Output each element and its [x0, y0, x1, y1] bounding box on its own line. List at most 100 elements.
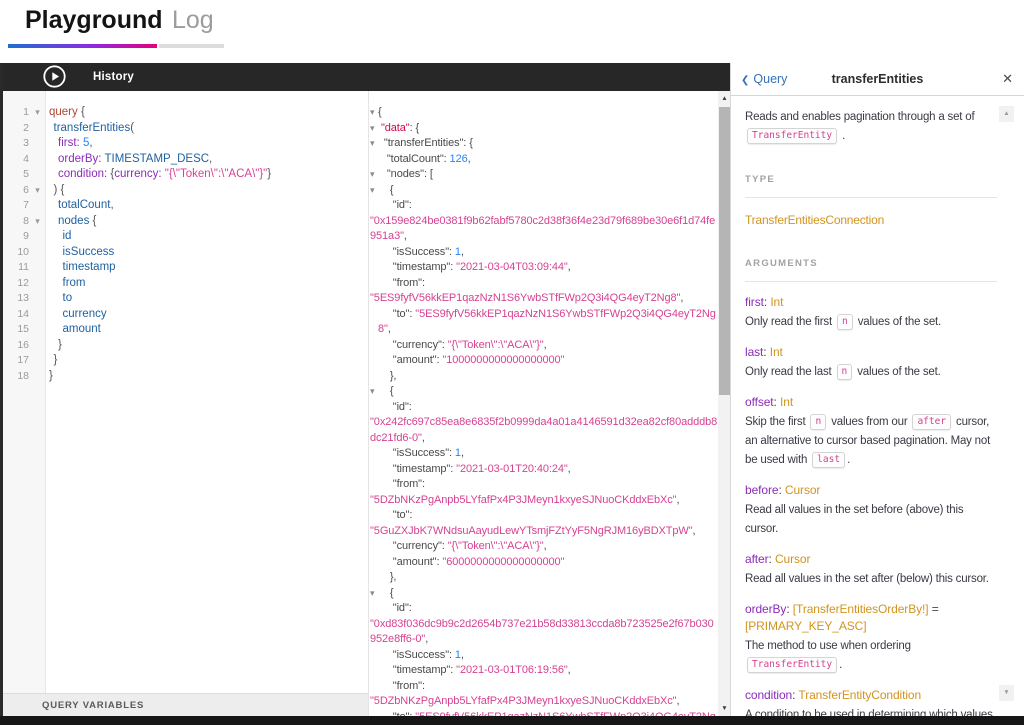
- result-line: ▾ "nodes": [: [369, 167, 719, 183]
- line-number: 14: [17, 307, 29, 320]
- result-line: "isSuccess": 1,: [378, 245, 464, 258]
- argument-type-link[interactable]: Cursor: [785, 483, 821, 497]
- argument-signature: offset: Int: [745, 395, 794, 409]
- query-variables-label: QUERY VARIABLES: [42, 700, 145, 711]
- query-editor-line[interactable]: 10 isSuccess: [3, 245, 368, 261]
- argument: offset: Int Skip the first n values from …: [745, 394, 997, 470]
- close-icon[interactable]: ✕: [1002, 63, 1013, 95]
- query-editor-line[interactable]: 15 amount: [3, 322, 368, 338]
- argument-type-link[interactable]: Int: [770, 295, 783, 309]
- doc-explorer-header: ❮ Query transferEntities ✕: [731, 63, 1024, 96]
- result-line: "5ES9fyfV56kkEP1qazNzN1S6YwbSTfFWp2Q3i4Q…: [370, 292, 684, 304]
- result-line: "from":: [378, 679, 425, 692]
- result-line: "5DZbNKzPgAnpb5LYfafPx4P3JMeyn1kxyeSJNuo…: [370, 695, 680, 707]
- response-json: ▾{▾ "data": {▾ "transferEntities": { "to…: [369, 91, 719, 716]
- fold-toggle-icon[interactable]: ▾: [370, 586, 375, 602]
- line-number: 7: [23, 199, 29, 211]
- code-chip: n: [836, 364, 853, 380]
- tab-playground[interactable]: Playground: [25, 6, 163, 35]
- argument: after: Cursor Read all values in the set …: [745, 551, 997, 589]
- query-editor-code[interactable]: 1 ▾ query {2 transferEntities(3 first: 5, 4 or…: [3, 91, 368, 384]
- line-number: 18: [17, 369, 29, 382]
- query-editor-line[interactable]: 14 currency: [3, 307, 368, 323]
- doc-scroll-up-icon[interactable]: ▲: [999, 106, 1014, 122]
- query-editor-line[interactable]: 3 first: 5,: [3, 136, 368, 152]
- argument-signature: first: Int: [745, 295, 784, 309]
- line-number: 3: [23, 137, 29, 149]
- code-chip: last: [812, 452, 846, 468]
- query-editor-line[interactable]: 1 ▾ query {: [3, 105, 368, 121]
- fold-toggle-icon[interactable]: ▾: [370, 167, 375, 183]
- playground-toolbar: History: [3, 63, 730, 91]
- query-editor-line[interactable]: 2 transferEntities(: [3, 121, 368, 137]
- fold-toggle-icon[interactable]: ▾: [29, 183, 46, 199]
- query-editor-line[interactable]: 18}: [3, 369, 368, 385]
- query-editor-line[interactable]: 6 ▾) {: [3, 183, 368, 199]
- query-editor-line[interactable]: 4 orderBy: TIMESTAMP_DESC,: [3, 152, 368, 168]
- fold-toggle-icon[interactable]: ▾: [370, 136, 375, 152]
- result-line: "5GuZXJbK7WNdsuAayudLewYTsmjFZtYyF5NgRJM…: [370, 524, 696, 537]
- tab-log[interactable]: Log: [172, 6, 214, 35]
- argument-description: Only read the last n values of the set.: [745, 364, 941, 380]
- result-line: ▾{: [369, 105, 719, 121]
- doc-back-link[interactable]: ❮ Query: [741, 63, 787, 97]
- query-editor-line[interactable]: 12 from: [3, 276, 368, 292]
- argument-type-link[interactable]: [TransferEntitiesOrderBy!]: [793, 602, 929, 616]
- result-line: },: [378, 571, 397, 583]
- playground-window: History 1 ▾ query {2 transferEntities(3 firs…: [0, 63, 1024, 725]
- doc-explorer-panel: ❮ Query transferEntities ✕ Reads and enab…: [730, 63, 1024, 716]
- fold-toggle-icon[interactable]: ▾: [370, 105, 375, 121]
- query-editor-line[interactable]: 8 ▾ nodes {: [3, 214, 368, 230]
- doc-explorer-body: Reads and enables pagination through a s…: [731, 95, 997, 716]
- result-line: ▾ {: [369, 586, 719, 602]
- argument-type-link[interactable]: Int: [770, 345, 783, 359]
- query-editor-line[interactable]: 9 id: [3, 229, 368, 245]
- argument-signature: before: Cursor: [745, 483, 821, 497]
- result-line: "isSuccess": 1,: [378, 447, 464, 459]
- query-editor-panel[interactable]: 1 ▾ query {2 transferEntities(3 first: 5, 4 or…: [3, 91, 368, 693]
- fold-toggle-icon[interactable]: ▾: [29, 105, 46, 121]
- execute-query-button[interactable]: [42, 64, 67, 89]
- line-number: 1: [23, 106, 29, 118]
- argument-type-link[interactable]: Cursor: [775, 552, 811, 566]
- argument-default-value: [PRIMARY_KEY_ASC]: [745, 619, 867, 633]
- doc-type-link[interactable]: TransferEntitiesConnection: [745, 211, 997, 230]
- query-editor-line[interactable]: 7 totalCount,: [3, 198, 368, 214]
- response-scrollbar-thumb[interactable]: [719, 107, 730, 395]
- history-button[interactable]: History: [93, 63, 134, 91]
- fold-toggle-icon[interactable]: ▾: [370, 183, 375, 199]
- result-line: "currency": "{\"Token\":\"ACA\"}",: [378, 338, 547, 351]
- result-line: },: [378, 369, 397, 382]
- argument: last: Int Only read the last n values of …: [745, 344, 997, 382]
- argument-name: last: [745, 345, 764, 359]
- argument-type-link[interactable]: TransferEntityCondition: [798, 688, 921, 702]
- query-editor-line[interactable]: 13 to: [3, 291, 368, 307]
- query-variables-bar[interactable]: QUERY VARIABLES: [3, 693, 368, 716]
- argument-description: The method to use when ordering Transfer…: [745, 640, 911, 673]
- argument-name: condition: [745, 688, 793, 702]
- fold-toggle-icon[interactable]: ▾: [370, 121, 375, 137]
- argument-type-link[interactable]: Int: [780, 395, 793, 409]
- query-editor-line[interactable]: 11 timestamp: [3, 260, 368, 276]
- result-line: "id":: [378, 199, 412, 211]
- argument-signature: last: Int: [745, 345, 783, 359]
- query-editor-line[interactable]: 17}: [3, 353, 368, 369]
- fold-toggle-icon[interactable]: ▾: [29, 214, 46, 230]
- query-editor-line[interactable]: 5 condition: {currency: "{\"Token\":\"ACA…: [3, 167, 368, 183]
- argument-description: Skip the first n values from our after c…: [745, 414, 991, 468]
- fold-toggle-icon[interactable]: ▾: [370, 384, 375, 400]
- result-line: "0xd83f036dc9b9c2d2654b737e21b58d33813cc…: [370, 617, 714, 646]
- result-line: "id":: [378, 400, 412, 413]
- doc-type-section-label: TYPE: [745, 174, 776, 185]
- result-line: "id":: [378, 602, 412, 614]
- doc-scroll-down-icon[interactable]: ▼: [999, 685, 1014, 701]
- code-chip: n: [836, 314, 853, 330]
- query-editor-line[interactable]: 16}: [3, 338, 368, 354]
